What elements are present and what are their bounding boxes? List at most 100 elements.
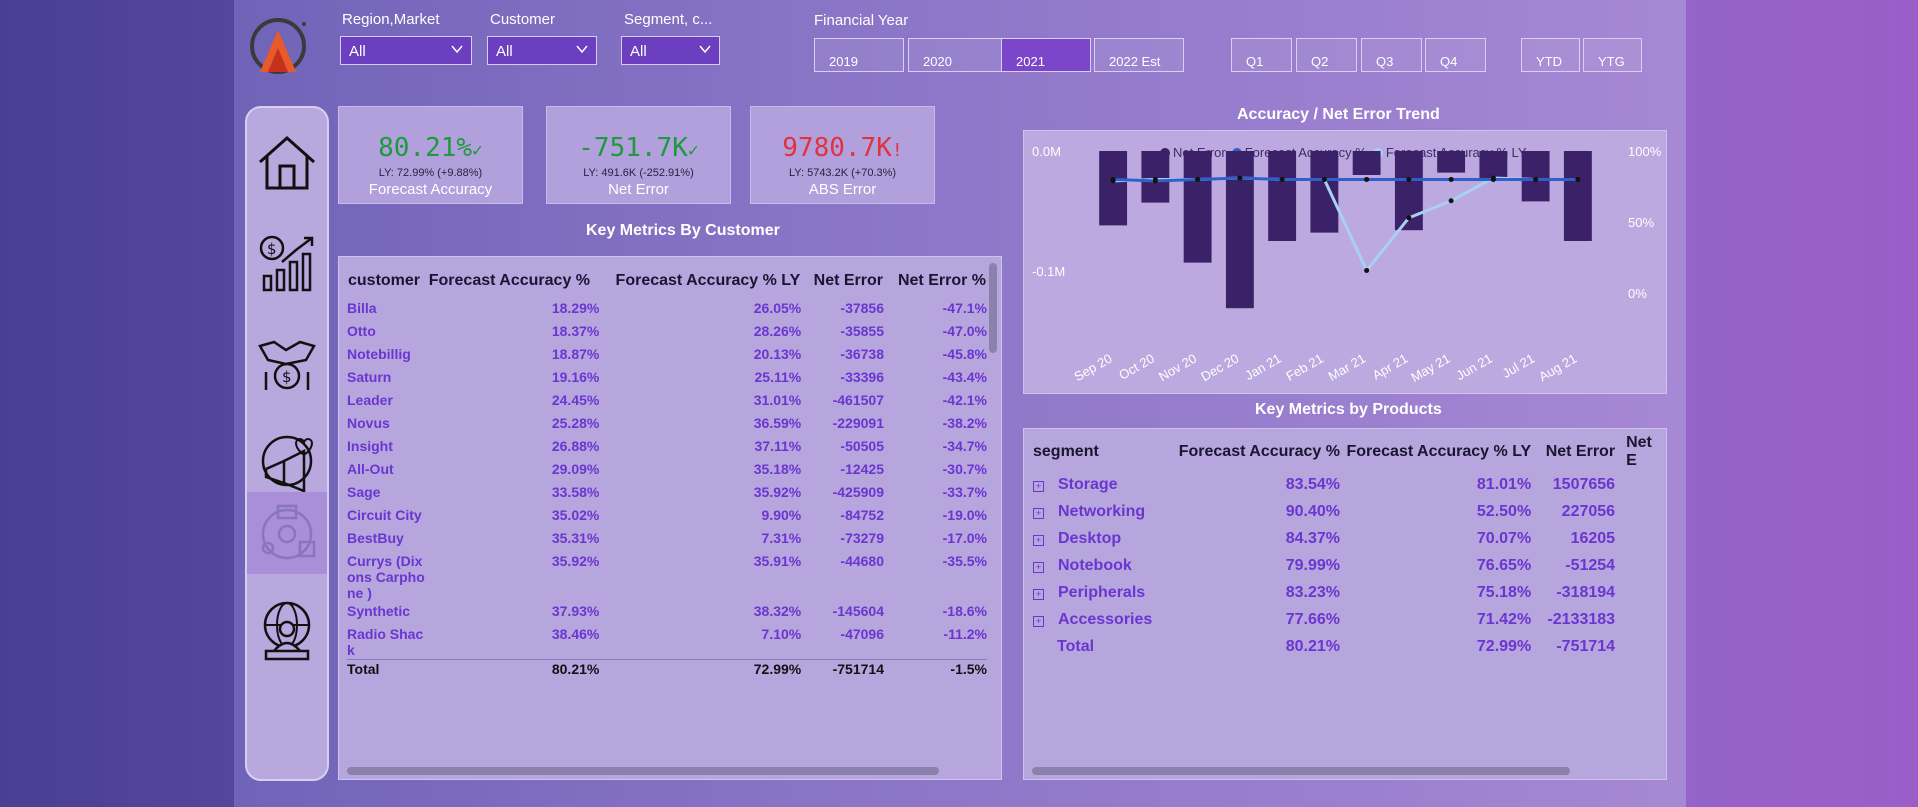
customer-filter-label: Customer <box>490 11 556 28</box>
x-tick-label: Dec 20 <box>1198 351 1241 385</box>
table-row[interactable]: + Storage 83.54% 81.01% 1507656 <box>1032 471 1666 498</box>
column-header[interactable]: customer <box>347 263 428 299</box>
table-row[interactable]: Leader 24.45% 31.01% -461507 -42.1% <box>347 391 987 414</box>
table-row[interactable]: Otto 18.37% 28.26% -35855 -47.0% <box>347 322 987 345</box>
series-point <box>1152 178 1158 184</box>
table-row[interactable]: + Desktop 84.37% 70.07% 16205 <box>1032 525 1666 552</box>
vertical-scrollbar[interactable] <box>989 263 997 353</box>
nav-sales[interactable]: $ <box>247 223 327 303</box>
table-cell: Leader <box>347 392 393 408</box>
table-cell: -11.2% <box>943 626 987 642</box>
column-header[interactable]: Net Error % <box>884 263 987 299</box>
column-header[interactable]: Net E <box>1616 433 1666 471</box>
table-row[interactable]: Saturn 19.16% 25.11% -33396 -43.4% <box>347 368 987 391</box>
expand-icon[interactable]: + <box>1033 615 1044 627</box>
table-cell: 90.40% <box>1285 502 1340 520</box>
year-slicer-2021[interactable]: 2021 <box>1001 38 1091 72</box>
kpi-ly: LY: 491.6K (-252.91%) <box>583 167 694 179</box>
column-header[interactable]: Forecast Accuracy % <box>428 263 600 299</box>
chevron-down-icon <box>576 45 588 54</box>
table-row[interactable]: + Notebook 79.99% 76.65% -51254 <box>1032 552 1666 579</box>
table-row[interactable]: Insight 26.88% 37.11% -50505 -34.7% <box>347 437 987 460</box>
page-navigation: $ $ <box>245 106 329 781</box>
nav-finance[interactable]: $ <box>247 323 327 403</box>
total-row: Total 80.21% 72.99% -751714 <box>1032 633 1666 660</box>
table-row[interactable]: + Networking 90.40% 52.50% 227056 <box>1032 498 1666 525</box>
nav-supply-chain[interactable] <box>247 492 327 574</box>
table-cell: -19.0% <box>942 507 987 523</box>
table-row[interactable]: Novus 25.28% 36.59% -229091 -38.2% <box>347 414 987 437</box>
horizontal-scrollbar[interactable] <box>1032 767 1570 775</box>
kpi-abs-error: 9780.7K! LY: 5743.2K (+70.3%) ABS Error <box>750 106 935 204</box>
table-row[interactable]: + Peripherals 83.23% 75.18% -318194 <box>1032 579 1666 606</box>
column-header[interactable]: Forecast Accuracy % LY <box>1341 433 1532 471</box>
table-cell: 38.46% <box>551 626 600 642</box>
column-header[interactable]: Forecast Accuracy % LY <box>599 263 801 299</box>
financial-year-title: Financial Year <box>814 12 909 29</box>
quarter-slicer-q1[interactable]: Q1 <box>1231 38 1292 72</box>
table-row[interactable]: Sage 33.58% 35.92% -425909 -33.7% <box>347 483 987 506</box>
warning-icon: ! <box>891 140 903 161</box>
table-cell: 72.99% <box>599 659 802 683</box>
table-row[interactable]: Circuit City 35.02% 9.90% -84752 -19.0% <box>347 506 987 529</box>
column-header[interactable]: Forecast Accuracy % <box>1172 433 1341 471</box>
finance-handshake-icon: $ <box>258 340 316 390</box>
table-row[interactable]: Notebillig 18.87% 20.13% -36738 -45.8% <box>347 345 987 368</box>
segment-filter-label: Segment, c... <box>624 11 713 28</box>
expand-icon[interactable]: + <box>1033 588 1044 600</box>
segment-dropdown[interactable]: All <box>621 36 720 65</box>
expand-icon[interactable]: + <box>1033 534 1044 546</box>
table-cell: -47096 <box>840 626 884 642</box>
quarter-slicer-q4[interactable]: Q4 <box>1425 38 1486 72</box>
period-slicer-ytd[interactable]: YTD <box>1521 38 1580 72</box>
quarter-slicer-q3[interactable]: Q3 <box>1361 38 1422 72</box>
series-point <box>1364 267 1370 273</box>
table-cell: -51254 <box>1565 556 1616 574</box>
table-cell: -37856 <box>840 300 884 316</box>
table-cell: 25.28% <box>551 415 600 431</box>
table-cell: 35.02% <box>551 507 600 523</box>
region-dropdown[interactable]: All <box>340 36 472 65</box>
table-row[interactable]: Currys (Dixons Carphone ) 35.92% 35.91% -44… <box>347 552 987 602</box>
column-header[interactable]: segment <box>1032 433 1172 471</box>
table-row[interactable]: All-Out 29.09% 35.18% -12425 -30.7% <box>347 460 987 483</box>
table-cell: Synthetic <box>347 603 411 619</box>
quarter-slicer-q2[interactable]: Q2 <box>1296 38 1357 72</box>
table-cell: 227056 <box>1561 502 1616 520</box>
kpi-value: -751.7K <box>578 133 688 163</box>
table-cell: 83.23% <box>1285 583 1340 601</box>
table-row[interactable]: Billa 18.29% 26.05% -37856 -47.1% <box>347 299 987 322</box>
net-error-bar <box>1563 151 1592 241</box>
customer-dropdown[interactable]: All <box>487 36 597 65</box>
horizontal-scrollbar[interactable] <box>347 767 939 775</box>
table-cell: 84.37% <box>1285 529 1340 547</box>
series-point <box>1364 176 1370 182</box>
table-row[interactable]: + Accessories 77.66% 71.42% -2133183 <box>1032 606 1666 633</box>
table-cell: 24.45% <box>551 392 600 408</box>
table-row[interactable]: Radio Shack 38.46% 7.10% -47096 -11.2% <box>347 625 987 660</box>
table-cell: -38.2% <box>942 415 987 431</box>
column-header[interactable]: Net Error <box>1532 433 1616 471</box>
expand-icon[interactable]: + <box>1033 480 1044 492</box>
nav-home[interactable] <box>247 123 327 203</box>
table-cell: -2133183 <box>1547 610 1616 628</box>
y-right-tick-label: 0% <box>1628 286 1647 301</box>
expand-icon[interactable]: + <box>1033 507 1044 519</box>
expand-icon[interactable]: + <box>1033 561 1044 573</box>
sales-growth-icon: $ <box>259 235 314 292</box>
year-slicer-2019[interactable]: 2019 <box>814 38 904 72</box>
table-row[interactable]: BestBuy 35.31% 7.31% -73279 -17.0% <box>347 529 987 552</box>
year-slicer-2022-est[interactable]: 2022 Est <box>1094 38 1184 72</box>
net-error-bar <box>1310 151 1339 233</box>
table-row[interactable]: Synthetic 37.93% 38.32% -145604 -18.6% <box>347 602 987 625</box>
period-slicer-ytg[interactable]: YTG <box>1583 38 1642 72</box>
trend-chart-title: Accuracy / Net Error Trend <box>1237 106 1440 123</box>
nav-executive[interactable] <box>247 590 327 670</box>
svg-text:$: $ <box>267 240 277 258</box>
table-cell: -17.0% <box>942 530 987 546</box>
column-header[interactable]: Net Error <box>801 263 884 299</box>
table-cell: + Notebook <box>1032 552 1172 579</box>
net-error-bar <box>1183 151 1212 263</box>
table-cell: -34.7% <box>942 438 987 454</box>
net-error-bar <box>1225 151 1254 309</box>
